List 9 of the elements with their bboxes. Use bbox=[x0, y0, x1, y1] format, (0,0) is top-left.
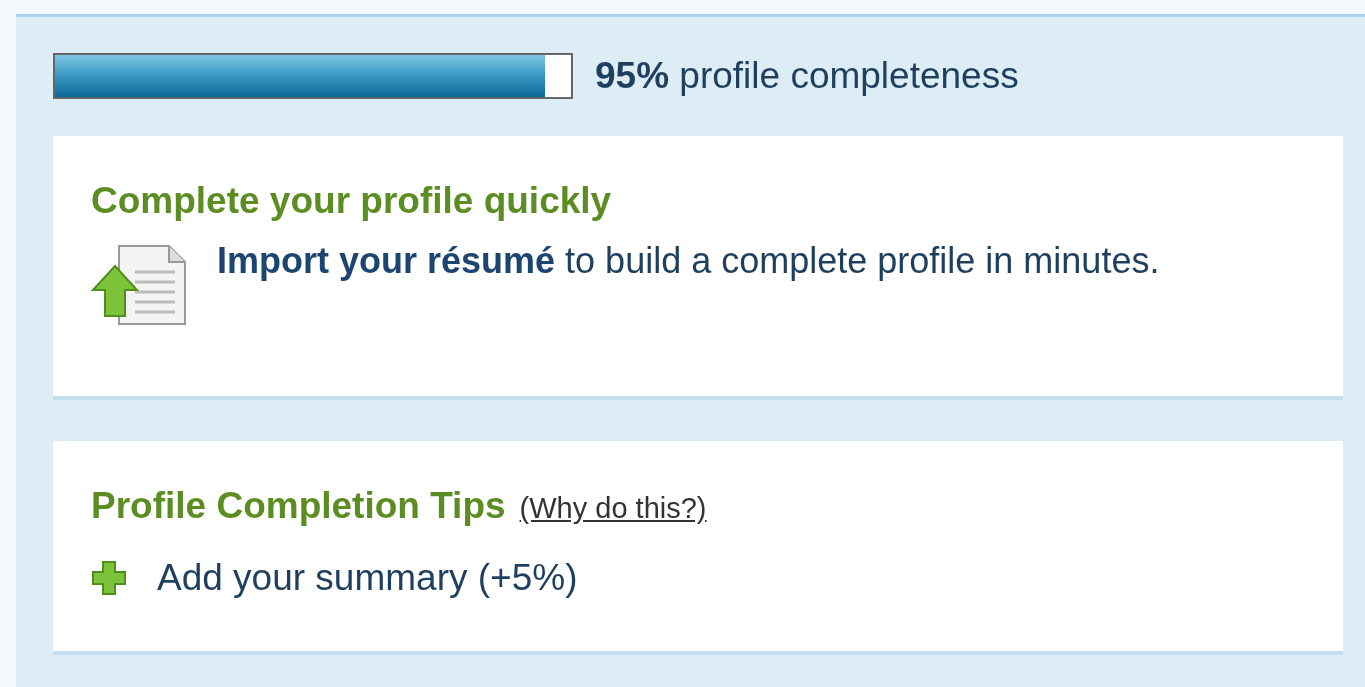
import-resume-link[interactable]: Import your résumé bbox=[217, 240, 556, 281]
tip-link[interactable]: Add your summary (+5%) bbox=[157, 557, 578, 599]
document-upload-icon bbox=[91, 244, 187, 326]
card-title: Complete your profile quickly bbox=[91, 180, 613, 222]
why-link[interactable]: (Why do this?) bbox=[519, 492, 707, 525]
import-text: Import your résumé to build a complete profile in minutes. bbox=[217, 239, 1161, 283]
card-title: Profile Completion Tips bbox=[91, 485, 506, 527]
plus-icon bbox=[91, 560, 127, 596]
progress-label: 95% profile completeness bbox=[595, 55, 1019, 97]
